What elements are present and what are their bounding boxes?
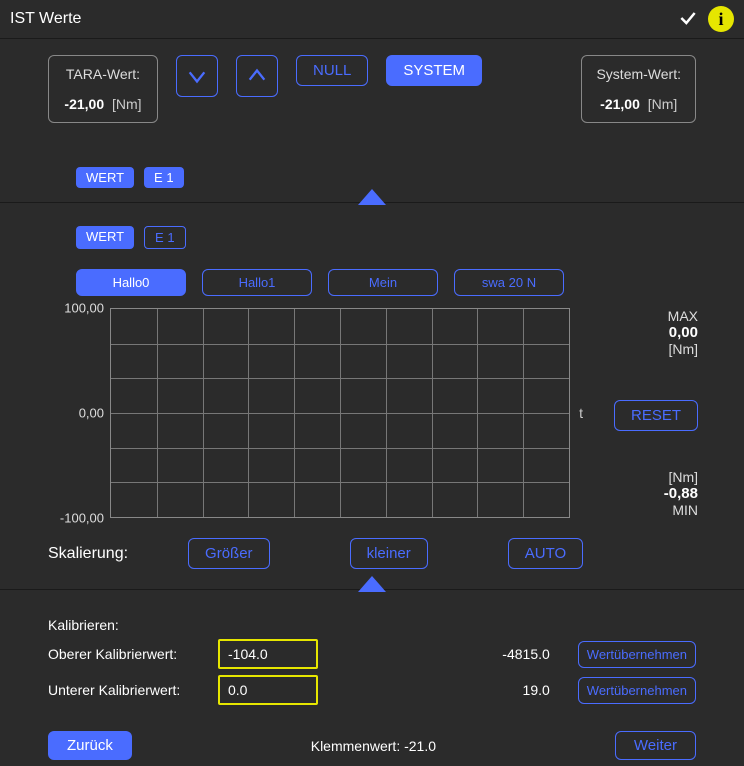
x-axis-label: t bbox=[579, 405, 583, 421]
max-label: MAX bbox=[590, 308, 698, 324]
next-button[interactable]: Weiter bbox=[615, 731, 696, 760]
chip-e1-2[interactable]: E 1 bbox=[144, 226, 186, 249]
decrement-button[interactable] bbox=[176, 55, 218, 97]
upper-apply-button[interactable]: Wertübernehmen bbox=[578, 641, 696, 668]
increment-button[interactable] bbox=[236, 55, 278, 97]
lower-raw-value: 19.0 bbox=[328, 682, 568, 698]
tab-mein[interactable]: Mein bbox=[328, 269, 438, 296]
max-unit: [Nm] bbox=[590, 341, 698, 357]
null-button[interactable]: NULL bbox=[296, 55, 368, 86]
y-tick-bot: -100,00 bbox=[60, 511, 104, 526]
system-unit: [Nm] bbox=[648, 96, 678, 112]
chart-y-axis: 100,00 0,00 -100,00 bbox=[46, 308, 110, 518]
scale-smaller-button[interactable]: kleiner bbox=[350, 538, 428, 569]
reset-button[interactable]: RESET bbox=[614, 400, 698, 431]
upper-calib-label: Oberer Kalibrierwert: bbox=[48, 646, 208, 662]
tab-hallo1[interactable]: Hallo1 bbox=[202, 269, 312, 296]
tara-value: -21,00 bbox=[64, 96, 104, 112]
scale-auto-button[interactable]: AUTO bbox=[508, 538, 583, 569]
lower-apply-button[interactable]: Wertübernehmen bbox=[578, 677, 696, 704]
y-tick-top: 100,00 bbox=[64, 301, 104, 316]
upper-calib-input[interactable] bbox=[218, 639, 318, 669]
tara-unit: [Nm] bbox=[112, 96, 142, 112]
tab-hallo0[interactable]: Hallo0 bbox=[76, 269, 186, 296]
max-value: 0,00 bbox=[590, 324, 698, 341]
max-block: MAX 0,00 [Nm] bbox=[590, 308, 698, 357]
expand-up-icon[interactable] bbox=[358, 189, 386, 205]
system-label: System-Wert: bbox=[596, 66, 681, 82]
lower-calib-input[interactable] bbox=[218, 675, 318, 705]
back-button[interactable]: Zurück bbox=[48, 731, 132, 760]
system-value: -21,00 bbox=[600, 96, 640, 112]
chip-e1-1[interactable]: E 1 bbox=[144, 167, 184, 188]
min-block: [Nm] -0,88 MIN bbox=[590, 469, 698, 518]
min-unit: [Nm] bbox=[590, 469, 698, 485]
y-tick-mid: 0,00 bbox=[79, 406, 104, 421]
scaling-label: Skalierung: bbox=[48, 545, 128, 563]
scale-larger-button[interactable]: Größer bbox=[188, 538, 270, 569]
klemme-value: Klemmenwert: -21.0 bbox=[311, 738, 436, 754]
page-title: IST Werte bbox=[10, 10, 81, 28]
tara-label: TARA-Wert: bbox=[63, 66, 143, 82]
chip-wert-2[interactable]: WERT bbox=[76, 226, 134, 249]
min-label: MIN bbox=[590, 502, 698, 518]
min-value: -0,88 bbox=[590, 485, 698, 502]
check-icon bbox=[678, 8, 698, 31]
tara-value-box: TARA-Wert: -21,00 [Nm] bbox=[48, 55, 158, 123]
system-value-box: System-Wert: -21,00 [Nm] bbox=[581, 55, 696, 123]
tab-swa20n[interactable]: swa 20 N bbox=[454, 269, 564, 296]
lower-calib-label: Unterer Kalibrierwert: bbox=[48, 682, 208, 698]
chart-plot-area: t bbox=[110, 308, 570, 518]
system-button[interactable]: SYSTEM bbox=[386, 55, 482, 86]
info-button[interactable]: i bbox=[708, 6, 734, 32]
upper-raw-value: -4815.0 bbox=[328, 646, 568, 662]
expand-down-icon[interactable] bbox=[358, 576, 386, 592]
calibrate-heading: Kalibrieren: bbox=[48, 617, 696, 633]
chip-wert-1[interactable]: WERT bbox=[76, 167, 134, 188]
